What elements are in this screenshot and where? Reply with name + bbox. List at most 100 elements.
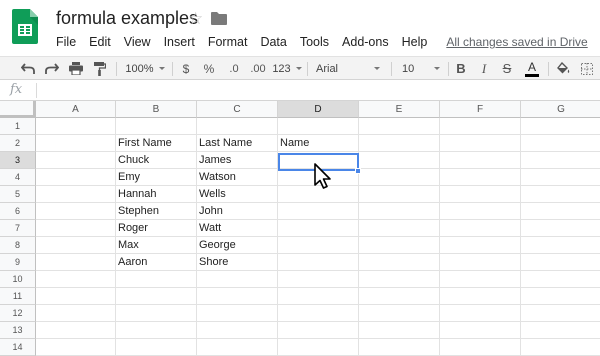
cell-a3[interactable] (36, 152, 116, 169)
cell-c12[interactable] (197, 305, 278, 322)
menu-format[interactable]: Format (208, 35, 248, 49)
cell-a10[interactable] (36, 271, 116, 288)
cell-f4[interactable] (440, 169, 521, 186)
cell-b10[interactable] (116, 271, 197, 288)
menu-tools[interactable]: Tools (300, 35, 329, 49)
text-color-button[interactable]: A (522, 57, 542, 80)
cell-d2[interactable]: Name (278, 135, 359, 152)
cell-d1[interactable] (278, 118, 359, 135)
cell-b5[interactable]: Hannah (116, 186, 197, 203)
cell-c14[interactable] (197, 339, 278, 356)
row-header-4[interactable]: 4 (0, 169, 36, 186)
cell-b8[interactable]: Max (116, 237, 197, 254)
percent-format-button[interactable]: % (201, 57, 217, 80)
print-button[interactable] (66, 57, 86, 80)
cell-d10[interactable] (278, 271, 359, 288)
column-header-g[interactable]: G (521, 101, 600, 118)
row-header-7[interactable]: 7 (0, 220, 36, 237)
menu-help[interactable]: Help (402, 35, 428, 49)
borders-button[interactable] (578, 57, 596, 80)
menu-add-ons[interactable]: Add-ons (342, 35, 389, 49)
strikethrough-button[interactable]: S (499, 57, 515, 80)
menu-edit[interactable]: Edit (89, 35, 111, 49)
cell-e10[interactable] (359, 271, 440, 288)
google-sheets-logo-icon[interactable] (12, 9, 38, 44)
cell-g2[interactable] (521, 135, 600, 152)
select-all-corner[interactable] (0, 101, 36, 118)
cell-f12[interactable] (440, 305, 521, 322)
column-header-a[interactable]: A (36, 101, 116, 118)
italic-button[interactable]: I (476, 57, 492, 80)
cell-b13[interactable] (116, 322, 197, 339)
row-header-6[interactable]: 6 (0, 203, 36, 220)
font-family-select[interactable]: Arial (312, 57, 384, 80)
cell-g1[interactable] (521, 118, 600, 135)
cell-b4[interactable]: Emy (116, 169, 197, 186)
cell-f2[interactable] (440, 135, 521, 152)
cell-g9[interactable] (521, 254, 600, 271)
cell-c13[interactable] (197, 322, 278, 339)
cell-d3[interactable] (278, 152, 359, 169)
cell-g8[interactable] (521, 237, 600, 254)
cell-d13[interactable] (278, 322, 359, 339)
cell-a9[interactable] (36, 254, 116, 271)
cell-e11[interactable] (359, 288, 440, 305)
cell-a7[interactable] (36, 220, 116, 237)
menu-file[interactable]: File (56, 35, 76, 49)
cell-d5[interactable] (278, 186, 359, 203)
cell-b7[interactable]: Roger (116, 220, 197, 237)
row-header-3[interactable]: 3 (0, 152, 36, 169)
cell-a14[interactable] (36, 339, 116, 356)
cell-a5[interactable] (36, 186, 116, 203)
cell-d14[interactable] (278, 339, 359, 356)
cell-g11[interactable] (521, 288, 600, 305)
formula-input[interactable] (42, 82, 592, 98)
cell-f11[interactable] (440, 288, 521, 305)
cell-g10[interactable] (521, 271, 600, 288)
cell-g4[interactable] (521, 169, 600, 186)
folder-icon[interactable] (211, 12, 227, 25)
menu-view[interactable]: View (124, 35, 151, 49)
column-header-d[interactable]: D (278, 101, 359, 118)
zoom-select[interactable]: 100% (122, 57, 168, 80)
cell-c6[interactable]: John (197, 203, 278, 220)
redo-button[interactable] (42, 57, 62, 80)
cell-g6[interactable] (521, 203, 600, 220)
paint-format-button[interactable] (90, 57, 110, 80)
cell-f6[interactable] (440, 203, 521, 220)
cell-e14[interactable] (359, 339, 440, 356)
column-header-b[interactable]: B (116, 101, 197, 118)
bold-button[interactable]: B (453, 57, 469, 80)
cell-f7[interactable] (440, 220, 521, 237)
cell-e3[interactable] (359, 152, 440, 169)
cell-e6[interactable] (359, 203, 440, 220)
cell-f9[interactable] (440, 254, 521, 271)
cell-d9[interactable] (278, 254, 359, 271)
cell-c1[interactable] (197, 118, 278, 135)
cell-d12[interactable] (278, 305, 359, 322)
column-header-f[interactable]: F (440, 101, 521, 118)
cell-a12[interactable] (36, 305, 116, 322)
cell-g12[interactable] (521, 305, 600, 322)
cell-e13[interactable] (359, 322, 440, 339)
cell-c2[interactable]: Last Name (197, 135, 278, 152)
cell-g3[interactable] (521, 152, 600, 169)
row-header-11[interactable]: 11 (0, 288, 36, 305)
cell-g13[interactable] (521, 322, 600, 339)
currency-format-button[interactable]: $ (178, 57, 194, 80)
document-title[interactable]: formula examples (56, 8, 198, 29)
cell-a2[interactable] (36, 135, 116, 152)
cell-b14[interactable] (116, 339, 197, 356)
row-header-10[interactable]: 10 (0, 271, 36, 288)
cell-d6[interactable] (278, 203, 359, 220)
cell-c5[interactable]: Wells (197, 186, 278, 203)
cell-c7[interactable]: Watt (197, 220, 278, 237)
menu-data[interactable]: Data (260, 35, 286, 49)
cell-a1[interactable] (36, 118, 116, 135)
undo-button[interactable] (18, 57, 38, 80)
cell-g5[interactable] (521, 186, 600, 203)
column-header-e[interactable]: E (359, 101, 440, 118)
more-formats-select[interactable]: 123 (271, 57, 303, 80)
menu-insert[interactable]: Insert (164, 35, 195, 49)
cell-b6[interactable]: Stephen (116, 203, 197, 220)
